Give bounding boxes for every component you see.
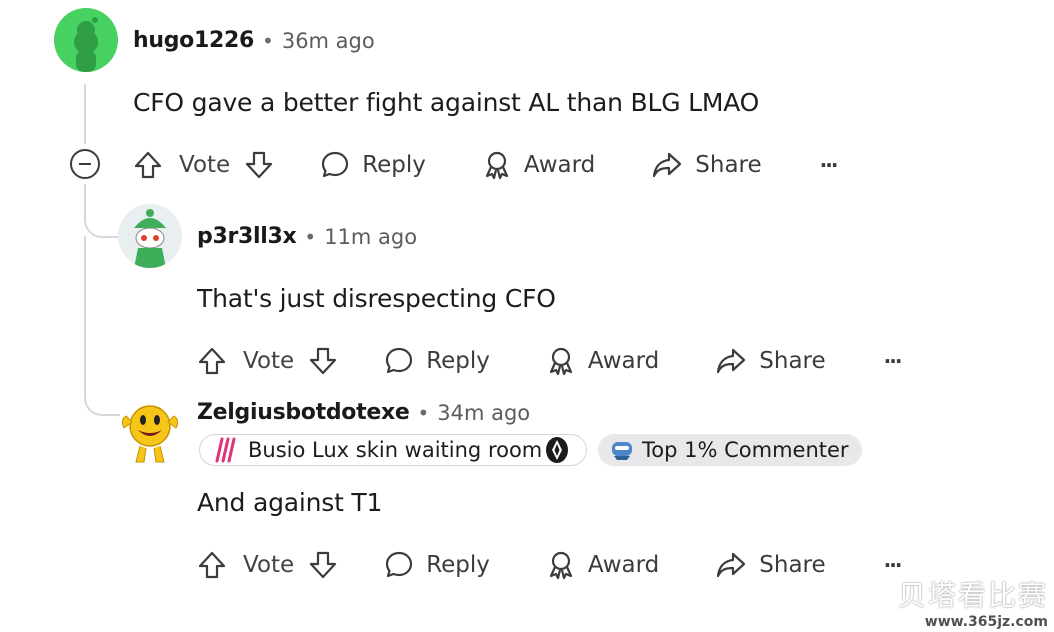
timestamp[interactable]: 36m ago [282, 29, 375, 53]
reply-label: Reply [426, 552, 490, 578]
thread-line-continuation [84, 236, 86, 376]
flair-text: Busio Lux skin waiting room [248, 438, 543, 462]
separator-dot: • [304, 224, 317, 249]
upvote-arrow-icon [198, 347, 226, 375]
reply-bubble-icon [386, 551, 413, 578]
reply-bubble-icon [386, 347, 413, 374]
top-commenter-badge-icon [612, 442, 632, 460]
user-flair: Busio Lux skin waiting room [199, 434, 587, 466]
award-medal-icon [549, 551, 573, 580]
collapse-thread-button[interactable] [70, 149, 100, 179]
more-options-icon: ··· [819, 153, 839, 177]
achievement-badge: Top 1% Commenter [598, 434, 862, 466]
reply-label: Reply [362, 152, 426, 178]
award-label: Award [587, 552, 660, 578]
share-button[interactable]: Share [651, 150, 762, 180]
downvote-button[interactable] [308, 550, 338, 580]
reply-label: Reply [426, 348, 490, 374]
reply-button[interactable]: Reply [384, 346, 490, 376]
username[interactable]: Zelgiusbotdotexe [197, 400, 410, 425]
award-label: Award [523, 152, 596, 178]
upvote-arrow-icon [134, 151, 162, 179]
thread-connector-reply-2 [84, 370, 120, 416]
timestamp[interactable]: 11m ago [324, 225, 417, 249]
vote-label: Vote [179, 152, 231, 178]
upvote-button[interactable] [197, 346, 227, 376]
award-button[interactable]: Award [546, 550, 659, 580]
upvote-button[interactable] [197, 550, 227, 580]
comment-action-bar: Vote Reply Award Share ··· [197, 545, 902, 585]
snoo-avatar-icon [134, 209, 166, 268]
watermark-title: 贝塔看比赛 [897, 579, 1048, 612]
thread-line-main [84, 84, 86, 144]
avatar[interactable] [118, 204, 182, 268]
share-label: Share [695, 152, 762, 178]
award-button[interactable]: Award [546, 346, 659, 376]
share-button[interactable]: Share [715, 550, 826, 580]
comment-action-bar: Vote Reply Award Share ··· [133, 145, 839, 185]
share-label: Share [759, 552, 826, 578]
upvote-arrow-icon [198, 551, 226, 579]
upvote-button[interactable] [133, 150, 163, 180]
comment-action-bar: Vote Reply Award Share ··· [197, 341, 903, 381]
emblem-flair-icon [546, 437, 569, 463]
downvote-button[interactable] [244, 150, 274, 180]
avatar[interactable] [118, 398, 182, 464]
badge-text: Top 1% Commenter [642, 438, 849, 462]
award-button[interactable]: Award [482, 150, 595, 180]
more-options-button[interactable]: ··· [883, 349, 903, 373]
comment-meta: hugo1226 • 36m ago [133, 28, 375, 53]
thread-connector-reply-1 [84, 190, 120, 238]
separator-dot: • [417, 400, 430, 425]
downvote-arrow-icon [246, 151, 273, 179]
reply-bubble-icon [322, 151, 349, 178]
more-options-button[interactable]: ··· [819, 153, 839, 177]
award-medal-icon [485, 151, 509, 180]
downvote-arrow-icon [310, 347, 337, 375]
username[interactable]: hugo1226 [133, 28, 254, 53]
watermark-url: www.365jz.com [924, 614, 1048, 630]
reply-button[interactable]: Reply [320, 150, 426, 180]
comment-body: And against T1 [197, 488, 383, 517]
comment-body: CFO gave a better fight against AL than … [133, 88, 760, 117]
vote-label: Vote [243, 552, 295, 578]
striped-flair-icon [215, 437, 236, 463]
comment-meta: Zelgiusbotdotexe • 34m ago [197, 400, 530, 425]
minus-icon [79, 163, 91, 165]
timestamp[interactable]: 34m ago [437, 401, 530, 425]
award-medal-icon [549, 347, 573, 376]
snoo-avatar-icon [74, 17, 98, 72]
downvote-button[interactable] [308, 346, 338, 376]
reply-button[interactable]: Reply [384, 550, 490, 580]
downvote-arrow-icon [310, 551, 337, 579]
share-arrow-icon [717, 552, 746, 578]
more-options-icon: ··· [883, 349, 903, 373]
username[interactable]: p3r3ll3x [197, 224, 297, 249]
avatar[interactable] [54, 8, 118, 72]
share-arrow-icon [653, 152, 682, 178]
share-arrow-icon [717, 348, 746, 374]
share-button[interactable]: Share [715, 346, 826, 376]
separator-dot: • [262, 28, 274, 53]
share-label: Share [759, 348, 826, 374]
comment-body: That's just disrespecting CFO [197, 284, 556, 313]
comment-meta: p3r3ll3x • 11m ago [197, 224, 417, 249]
emoji-avatar-icon [121, 405, 179, 463]
vote-label: Vote [243, 348, 295, 374]
watermark: 贝塔看比赛 www.365jz.com [898, 574, 1048, 630]
award-label: Award [587, 348, 660, 374]
